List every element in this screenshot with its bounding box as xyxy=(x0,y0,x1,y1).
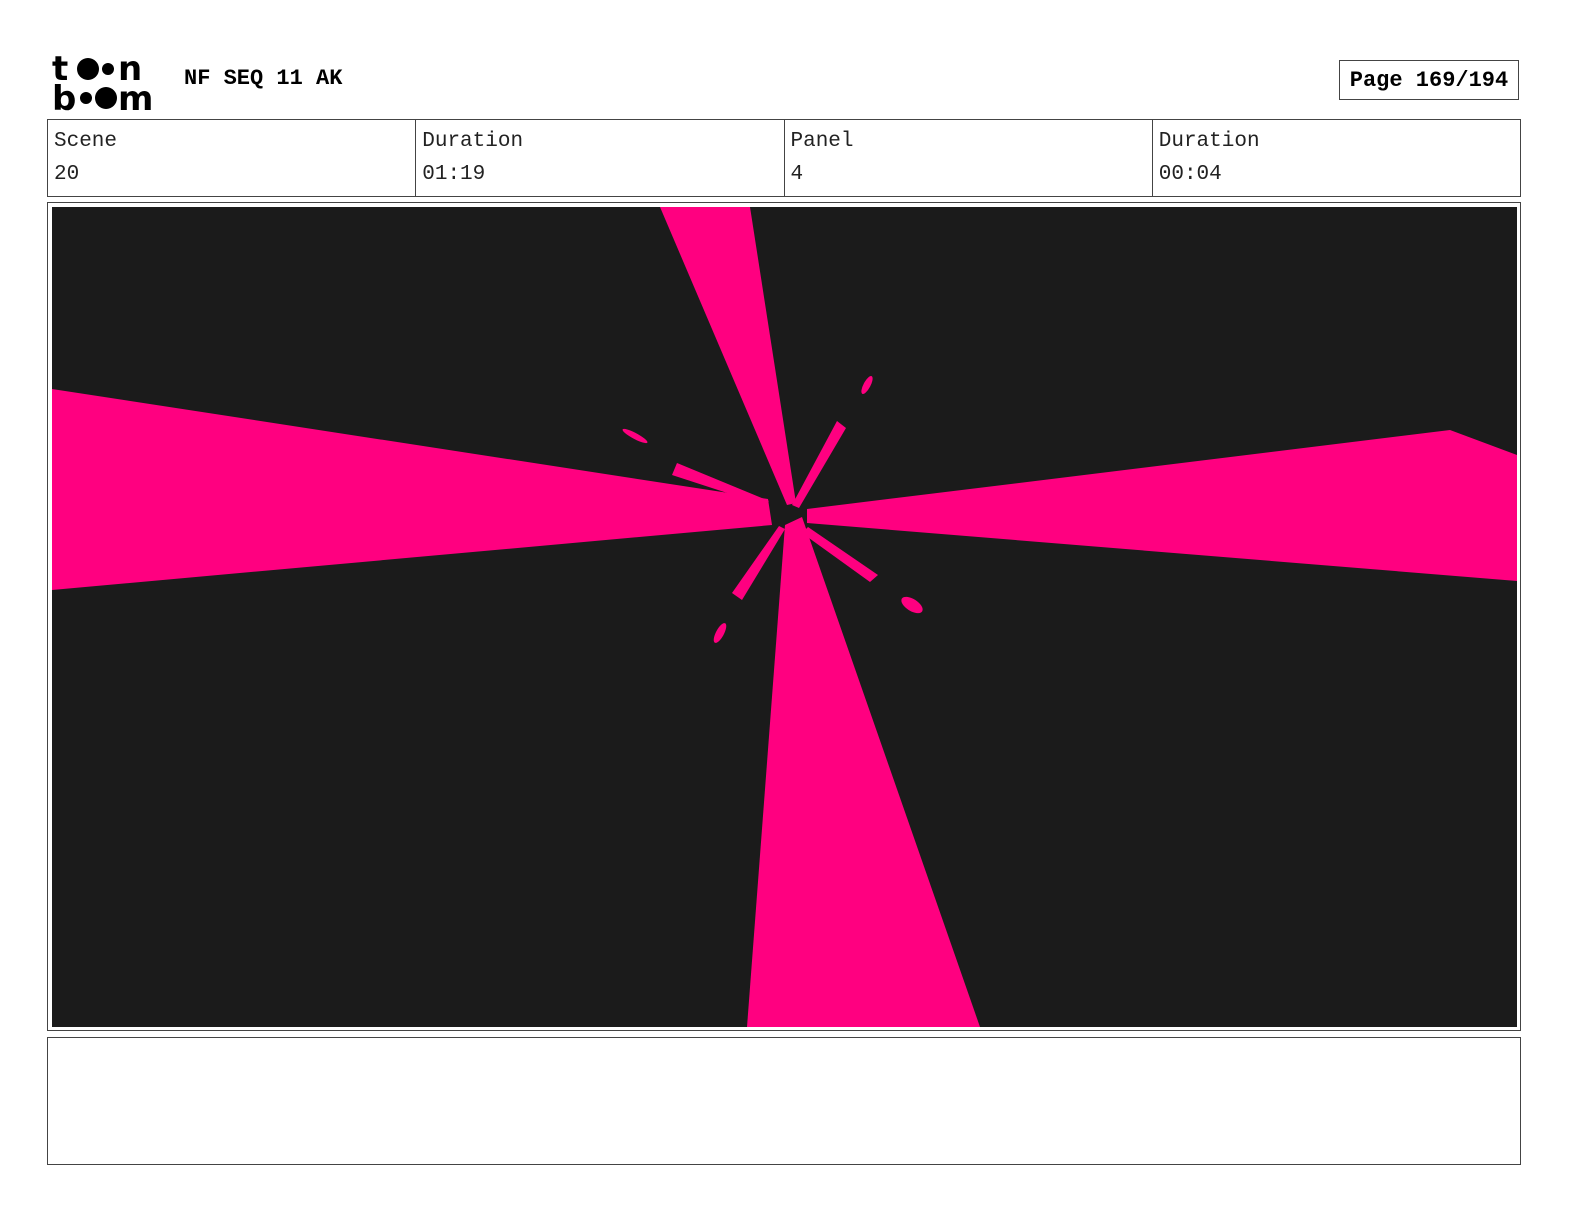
svg-text:b: b xyxy=(52,79,76,112)
panel-notes xyxy=(47,1037,1521,1165)
panel-duration-value: 00:04 xyxy=(1158,163,1222,186)
panel-duration-cell: Duration 00:04 xyxy=(1153,120,1520,196)
scene-cell: Scene 20 xyxy=(48,120,417,196)
toon-boom-logo: t n b m xyxy=(52,52,153,112)
panel-cell: Panel 4 xyxy=(785,120,1153,196)
scene-label: Scene xyxy=(54,130,118,153)
scene-duration-value: 01:19 xyxy=(422,163,486,186)
panel-label: Panel xyxy=(790,130,854,153)
svg-text:m: m xyxy=(118,79,153,112)
scene-duration-label: Duration xyxy=(422,130,524,153)
scene-duration-cell: Duration 01:19 xyxy=(416,120,785,196)
panel-duration-label: Duration xyxy=(1158,130,1260,153)
panel-drawing xyxy=(52,207,1517,1027)
page-number: Page 169/194 xyxy=(1339,60,1519,100)
panel-value: 4 xyxy=(790,163,804,186)
scene-info-table: Scene 20 Duration 01:19 Panel 4 Duration… xyxy=(47,119,1521,197)
project-title: NF SEQ 11 AK xyxy=(184,66,343,91)
scene-value: 20 xyxy=(54,163,80,186)
